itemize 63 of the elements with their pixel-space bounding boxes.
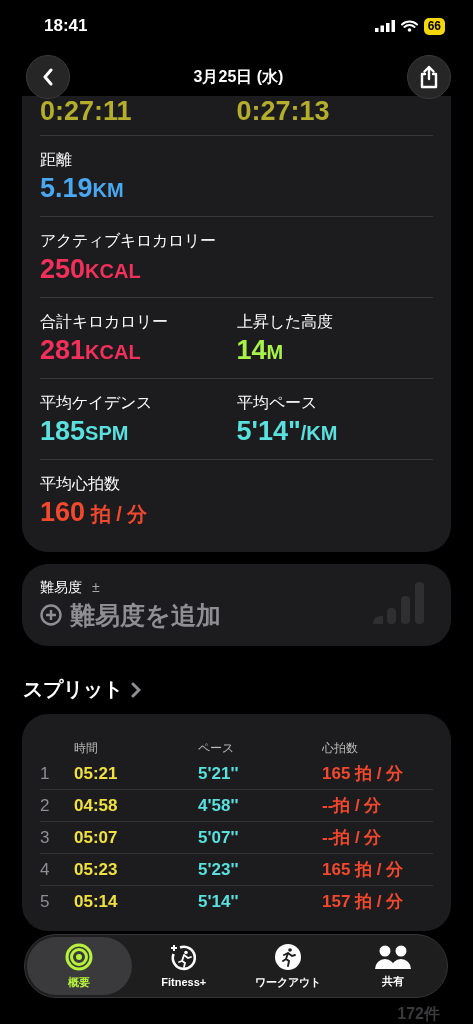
people-icon	[374, 943, 411, 970]
split-pace: 4'58''	[198, 795, 239, 816]
clock-time: 18:41	[44, 16, 89, 36]
split-time: 04:58	[74, 795, 118, 816]
metric-value: 5'14"/KM	[236, 416, 338, 446]
metric-value: 160 拍 / 分	[40, 497, 148, 527]
metric-value: 185SPM	[40, 416, 129, 446]
split-heart-rate: --拍 / 分	[322, 827, 382, 849]
activity-rings-icon	[65, 942, 94, 971]
split-time: 05:23	[74, 859, 118, 880]
split-number: 2	[40, 795, 50, 816]
split-time: 05:07	[74, 827, 118, 848]
split-time: 05:21	[74, 763, 118, 784]
workout-time: 0:27:11	[40, 96, 132, 127]
metric-value: 250KCAL	[40, 254, 141, 284]
metric-label: 合計キロカロリー	[40, 312, 168, 332]
metric-label: 平均心拍数	[40, 474, 120, 494]
split-pace: 5'07''	[198, 827, 239, 848]
split-heart-rate: --拍 / 分	[322, 795, 382, 817]
split-number: 5	[40, 891, 50, 912]
wifi-icon	[400, 20, 418, 32]
metric-label: 平均ペース	[236, 393, 317, 413]
split-heart-rate: 165 拍 / 分	[322, 763, 404, 785]
plus-minus-icon: ±	[92, 578, 100, 597]
metric-value: 5.19KM	[40, 173, 124, 203]
runner-icon	[274, 942, 303, 971]
add-difficulty-button[interactable]: 難易度を追加	[40, 598, 221, 632]
tab[interactable]: ワークアウト	[236, 937, 341, 995]
back-icon	[42, 68, 54, 86]
share-icon	[419, 65, 439, 89]
split-pace: 5'21''	[198, 763, 239, 784]
metric-label: 距離	[40, 150, 72, 170]
runner-circle-icon	[169, 944, 198, 972]
splits-link[interactable]: スプリット	[22, 676, 141, 703]
difficulty-label: 難易度	[40, 578, 82, 597]
page-title: 3月25日 (水)	[193, 66, 284, 87]
metric-value: 14M	[236, 335, 284, 365]
metric-value: 281KCAL	[40, 335, 141, 365]
tab[interactable]: Fitness+	[131, 937, 236, 995]
add-icon	[40, 604, 62, 626]
workout-time: 0:27:13	[236, 96, 330, 127]
battery-level: 66	[423, 17, 445, 35]
metric-label: 上昇した高度	[236, 312, 333, 332]
back-button[interactable]	[26, 55, 70, 99]
item-count: 172件	[397, 1004, 440, 1024]
split-number: 3	[40, 827, 50, 848]
split-pace: 5'14''	[198, 891, 239, 912]
chevron-icon	[131, 681, 141, 698]
split-number: 4	[40, 859, 50, 880]
signal-icon	[374, 20, 395, 32]
split-heart-rate: 165 拍 / 分	[322, 859, 404, 881]
metric-label: 平均ケイデンス	[40, 393, 152, 413]
column-header: 心拍数	[322, 740, 359, 757]
tab[interactable]: 概要	[27, 937, 132, 995]
share-button[interactable]	[407, 55, 451, 99]
metric-label: アクティブキロカロリー	[40, 231, 216, 251]
tab[interactable]: 共有	[340, 937, 445, 995]
split-number: 1	[40, 763, 50, 784]
split-pace: 5'23''	[198, 859, 239, 880]
column-header: ペース	[198, 740, 235, 757]
split-heart-rate: 157 拍 / 分	[322, 891, 404, 913]
split-time: 05:14	[74, 891, 118, 912]
column-header: 時間	[74, 740, 99, 757]
